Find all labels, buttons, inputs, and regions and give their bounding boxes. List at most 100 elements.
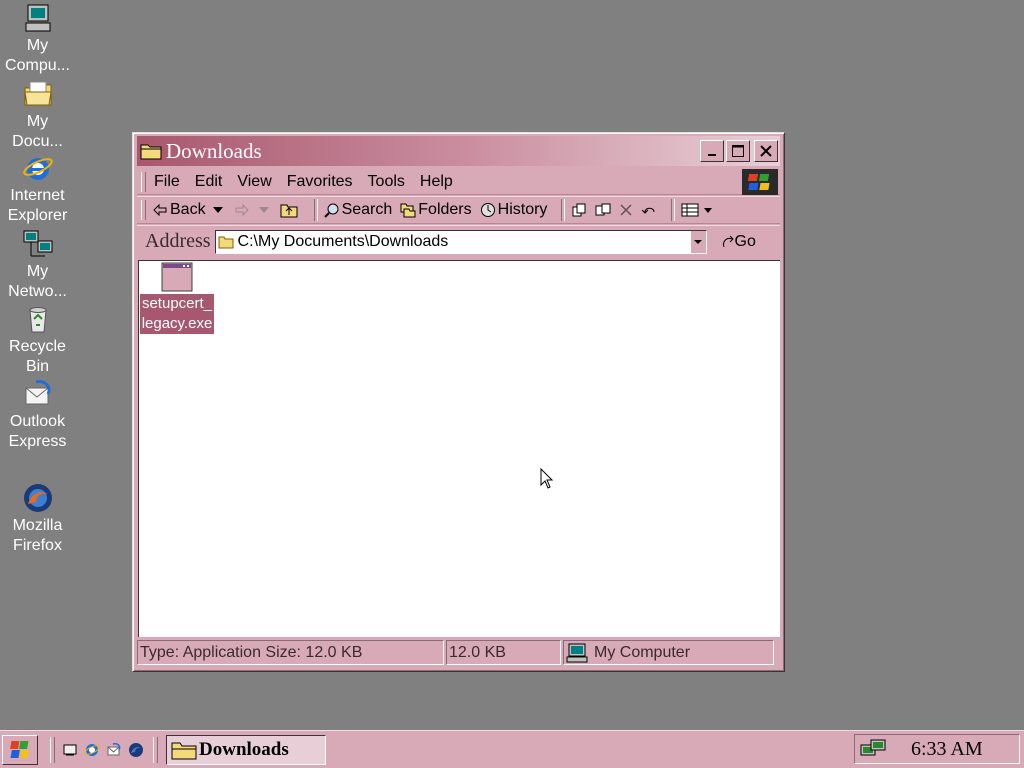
status-info: Type: Application Size: 12.0 KB <box>137 640 444 665</box>
quick-launch-grip[interactable] <box>50 736 55 763</box>
windows-flag-icon <box>10 740 29 758</box>
address-value[interactable]: C:\My Documents\Downloads <box>238 233 449 251</box>
window-title: Downloads <box>166 138 262 163</box>
my-computer-icon <box>566 643 588 662</box>
desktop-icon-my-documents[interactable]: My Docu... <box>0 78 75 152</box>
windows-logo-icon <box>742 169 778 195</box>
desktop-icon-label: My Compu... <box>5 37 70 74</box>
desktop-icon-internet-explorer[interactable]: Internet Explorer <box>0 152 75 226</box>
start-button[interactable] <box>2 734 38 765</box>
dropdown-arrow-icon[interactable] <box>212 206 224 214</box>
status-zone: My Computer <box>563 640 774 665</box>
menu-grip[interactable] <box>141 171 146 192</box>
search-label: Search <box>341 201 393 218</box>
delete-button[interactable] <box>619 203 635 217</box>
forward-arrow-icon <box>235 203 249 217</box>
back-button[interactable]: Back <box>152 201 226 219</box>
menu-help[interactable]: Help <box>420 173 453 191</box>
desktop-icon-my-network[interactable]: My Netwo... <box>0 228 75 302</box>
my-documents-icon <box>23 81 52 106</box>
dropdown-arrow-icon <box>704 207 713 213</box>
views-icon <box>681 203 699 217</box>
address-dropdown-button[interactable] <box>689 230 706 253</box>
outlook-express-icon <box>25 380 50 405</box>
history-button[interactable]: History <box>480 201 548 219</box>
menu-file[interactable]: File <box>154 173 180 191</box>
back-arrow-icon <box>153 203 167 217</box>
folders-label: Folders <box>418 201 472 218</box>
undo-button[interactable] <box>641 203 659 217</box>
folder-icon <box>140 144 162 160</box>
menu-view[interactable]: View <box>237 173 271 191</box>
mouse-cursor-icon <box>540 468 554 489</box>
desktop-icon-outlook-express[interactable]: Outlook Express <box>0 378 75 452</box>
internet-explorer-icon <box>22 158 53 180</box>
file-list-pane[interactable]: setupcert_legacy.exe <box>138 260 780 637</box>
desktop-icon-label: Mozilla Firefox <box>12 517 63 554</box>
system-tray: 6:33 AM <box>854 734 1020 764</box>
minimize-button[interactable] <box>700 140 724 162</box>
go-button[interactable]: Go <box>721 233 756 251</box>
menu-edit[interactable]: Edit <box>195 173 223 191</box>
application-file-icon <box>161 262 193 292</box>
address-bar: Address C:\My Documents\Downloads Go <box>137 225 780 257</box>
menu-tools[interactable]: Tools <box>368 173 405 191</box>
address-field[interactable]: C:\My Documents\Downloads <box>214 229 707 254</box>
desktop-icon-label: Outlook Express <box>8 413 67 450</box>
minimize-icon <box>708 154 716 156</box>
status-zone-label: My Computer <box>594 643 691 661</box>
folder-icon <box>171 742 197 759</box>
close-button[interactable] <box>754 140 778 162</box>
history-icon <box>480 203 495 217</box>
views-button[interactable] <box>681 203 715 217</box>
move-to-icon <box>572 203 586 217</box>
toolbar-separator <box>561 199 566 221</box>
my-computer-icon <box>25 4 50 32</box>
move-to-button[interactable] <box>571 202 589 218</box>
file-item[interactable]: setupcert_legacy.exe <box>140 262 214 334</box>
outlook-express-icon[interactable] <box>106 742 122 758</box>
file-name: setupcert_legacy.exe <box>140 294 214 334</box>
desktop-icon-label: My Netwo... <box>8 263 67 300</box>
desktop-icon-label: My Docu... <box>12 113 63 150</box>
folder-icon <box>218 236 234 248</box>
desktop-icon-mozilla-firefox[interactable]: Mozilla Firefox <box>0 482 75 556</box>
toolbar-separator <box>313 199 318 221</box>
clock[interactable]: 6:33 AM <box>911 738 983 761</box>
show-desktop-icon[interactable] <box>62 742 78 758</box>
forward-button[interactable] <box>234 203 272 217</box>
delete-icon <box>620 204 632 216</box>
undo-icon <box>642 207 655 214</box>
chevron-down-icon <box>694 239 703 244</box>
menu-bar: File Edit View Favorites Tools Help <box>137 169 780 195</box>
folders-button[interactable]: Folders <box>400 201 472 219</box>
copy-to-button[interactable] <box>595 202 613 218</box>
title-bar[interactable]: Downloads <box>137 136 780 166</box>
firefox-icon[interactable] <box>128 742 144 758</box>
address-label: Address <box>145 230 211 252</box>
folders-icon <box>400 203 416 218</box>
menu-favorites[interactable]: Favorites <box>287 173 353 191</box>
task-button-downloads[interactable]: Downloads <box>166 734 326 765</box>
close-icon <box>760 145 772 157</box>
taskbar: Downloads 6:33 AM <box>0 730 1024 768</box>
up-button[interactable] <box>280 202 300 218</box>
folder-up-icon <box>280 204 298 218</box>
task-button-label: Downloads <box>199 738 289 760</box>
desktop-icon-label: Internet Explorer <box>7 187 68 224</box>
desktop-icon-recycle-bin[interactable]: Recycle Bin <box>0 303 75 377</box>
desktop-icon-my-computer[interactable]: My Compu... <box>0 2 75 76</box>
search-button[interactable]: Search <box>323 201 393 219</box>
toolbar-grip[interactable] <box>141 200 146 220</box>
status-bar: Type: Application Size: 12.0 KB 12.0 KB … <box>137 640 780 667</box>
standard-toolbar: Back Search Folders History <box>137 196 780 224</box>
history-label: History <box>497 201 548 218</box>
copy-to-icon <box>595 203 611 216</box>
maximize-button[interactable] <box>726 140 750 162</box>
internet-explorer-icon[interactable] <box>84 742 100 758</box>
dropdown-arrow-icon[interactable] <box>258 206 270 214</box>
network-tray-icon[interactable] <box>859 737 887 761</box>
network-icon <box>23 230 52 257</box>
back-label: Back <box>170 201 206 218</box>
firefox-icon <box>23 484 52 512</box>
